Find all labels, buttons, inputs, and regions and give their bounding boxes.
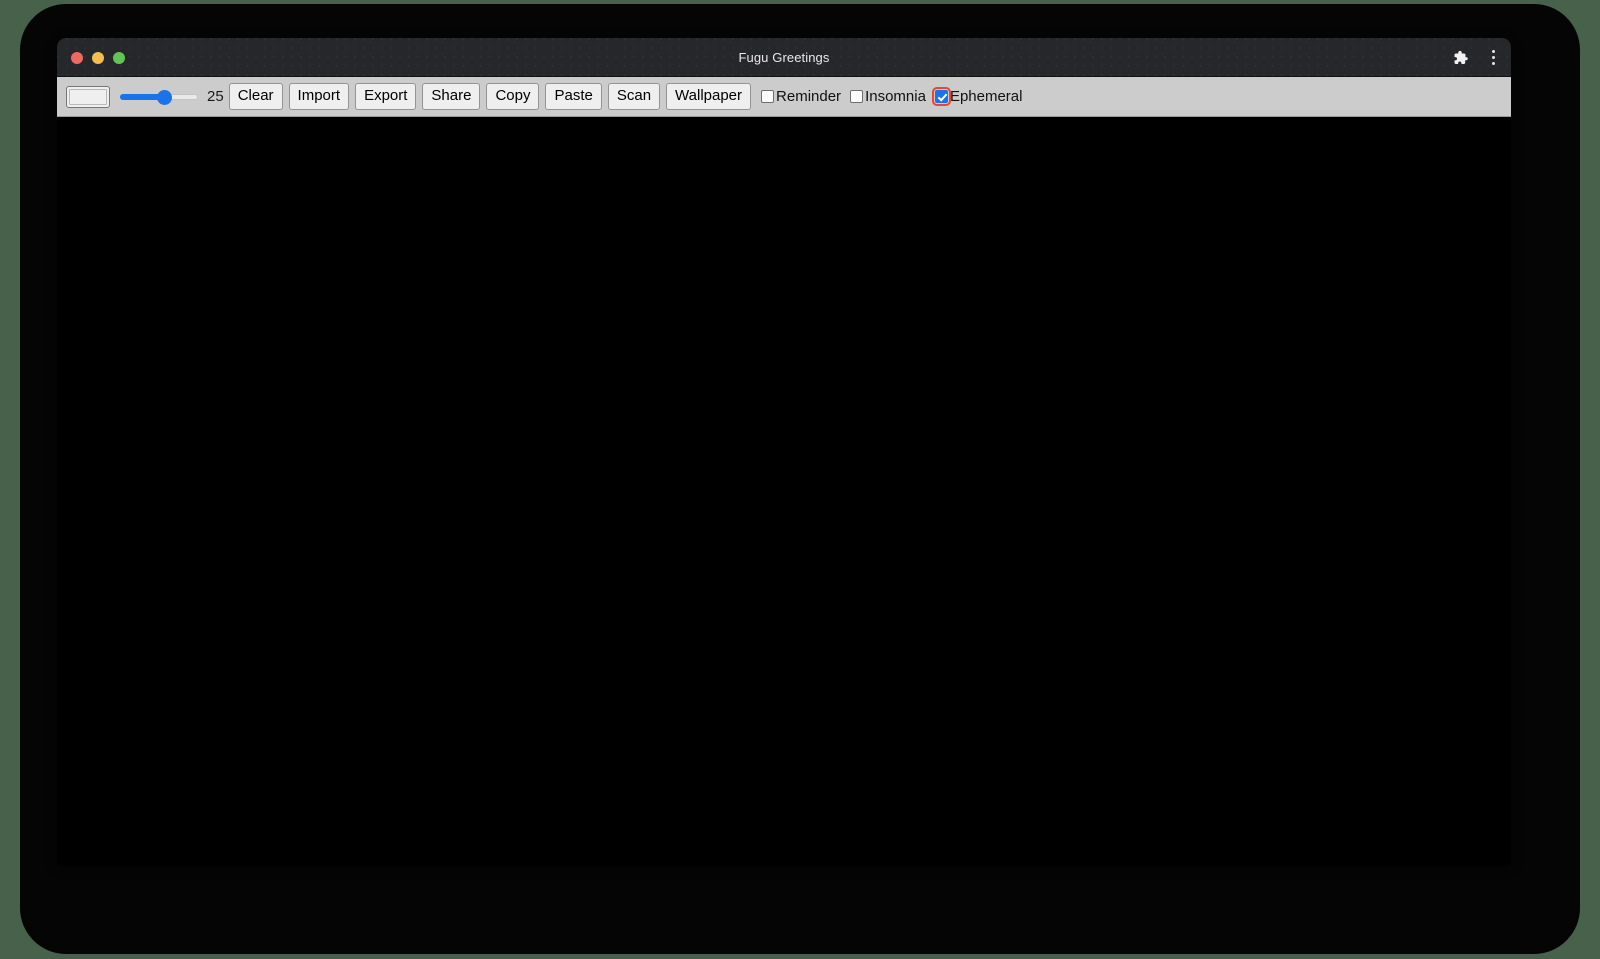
minimize-window-button[interactable] [92, 51, 104, 64]
app-toolbar: 25 Clear Import Export Share Copy Paste … [57, 77, 1511, 117]
title-bar[interactable]: Fugu Greetings [57, 38, 1511, 77]
color-picker-input[interactable] [66, 85, 110, 108]
brush-size-value: 25 [207, 88, 224, 105]
insomnia-checkbox-wrap[interactable]: Insomnia [850, 88, 935, 105]
reminder-checkbox-wrap[interactable]: Reminder [761, 88, 850, 105]
overflow-menu-icon[interactable] [1485, 49, 1501, 67]
menu-dot [1491, 50, 1495, 53]
share-button[interactable]: Share [422, 83, 481, 110]
paste-button[interactable]: Paste [545, 83, 602, 110]
title-bar-actions [1451, 38, 1501, 77]
insomnia-checkbox[interactable] [850, 90, 864, 103]
wallpaper-button[interactable]: Wallpaper [666, 83, 752, 110]
reminder-checkbox-label[interactable]: Reminder [776, 88, 841, 105]
insomnia-checkbox-label[interactable]: Insomnia [865, 88, 926, 105]
slider-thumb[interactable] [157, 89, 172, 105]
color-swatch [69, 88, 107, 105]
copy-button[interactable]: Copy [486, 83, 540, 110]
export-button[interactable]: Export [355, 83, 417, 110]
clear-button[interactable]: Clear [228, 83, 283, 110]
browser-window: Fugu Greetings 25 Clear Import Export Sh… [57, 38, 1511, 865]
window-controls [71, 38, 125, 77]
ephemeral-checkbox[interactable] [931, 87, 951, 106]
maximize-window-button[interactable] [113, 51, 125, 64]
close-window-button[interactable] [71, 51, 83, 64]
menu-dot [1491, 62, 1495, 65]
ephemeral-checkbox-wrap[interactable]: Ephemeral [931, 87, 1023, 106]
ephemeral-checkbox-label[interactable]: Ephemeral [950, 88, 1023, 105]
menu-dot [1491, 56, 1495, 59]
drawing-canvas[interactable] [57, 117, 1511, 864]
brush-size-slider[interactable] [120, 87, 198, 107]
reminder-checkbox[interactable] [761, 90, 775, 103]
extensions-puzzle-icon[interactable] [1451, 49, 1469, 67]
scan-button[interactable]: Scan [607, 83, 661, 110]
import-button[interactable]: Import [288, 83, 350, 110]
window-title: Fugu Greetings [738, 49, 830, 65]
toolbar-checkbox-group: Reminder Insomnia Ephemeral [761, 87, 1023, 106]
